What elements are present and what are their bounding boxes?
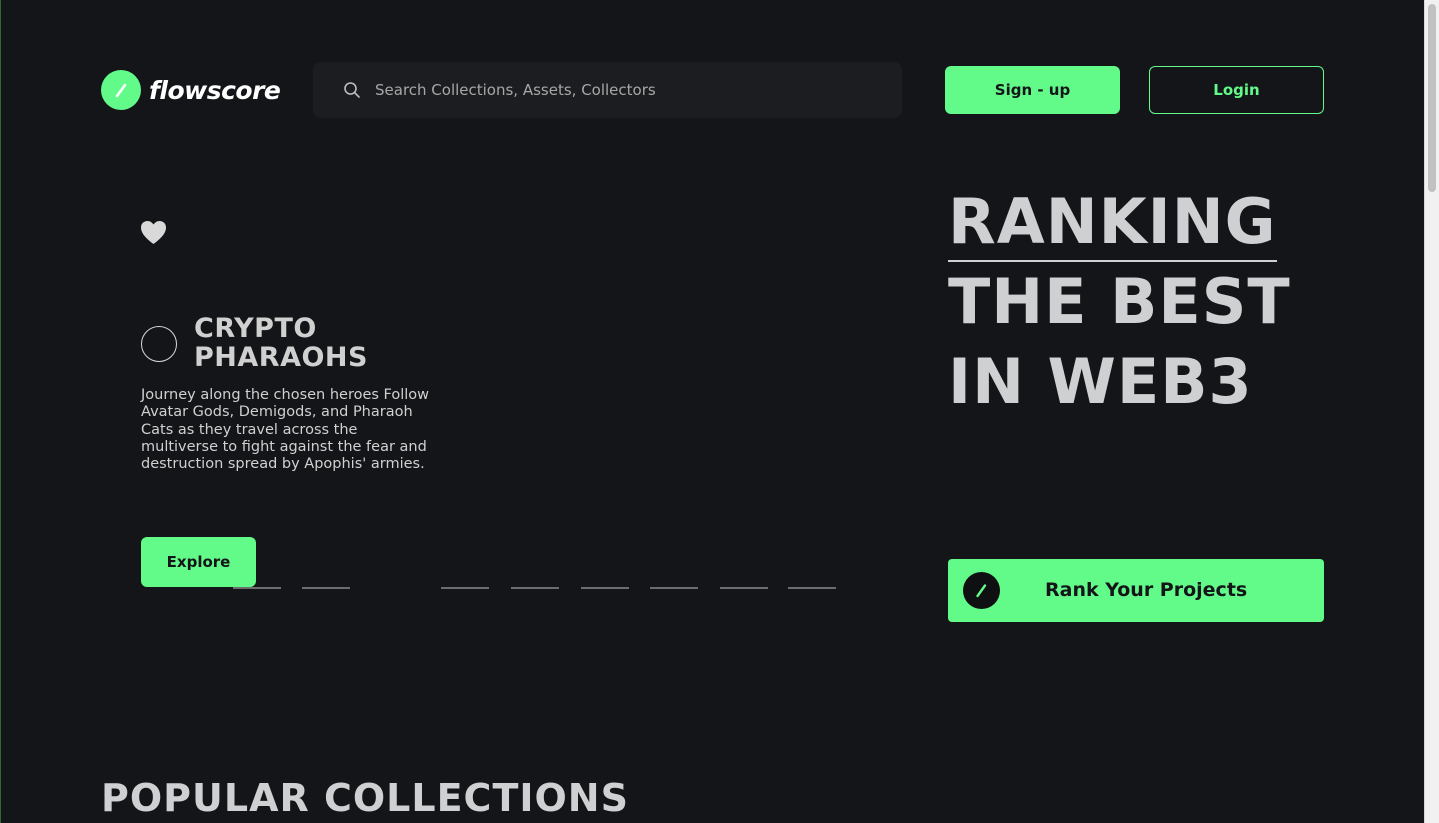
logo-text: flowscore xyxy=(149,75,281,105)
slide-indicator[interactable] xyxy=(788,587,836,589)
explore-button[interactable]: Explore xyxy=(141,537,256,587)
slide-indicator[interactable] xyxy=(511,587,559,589)
slide-indicator[interactable] xyxy=(441,587,489,589)
page: flowscore Sign - up Login CRYPTO PHARAOH… xyxy=(0,0,1424,823)
slide-indicator[interactable] xyxy=(371,587,419,589)
hero-title-line2: THE BEST xyxy=(948,265,1291,338)
collection-avatar xyxy=(141,326,177,362)
heart-icon[interactable] xyxy=(140,220,167,246)
scrollbar-thumb[interactable] xyxy=(1428,4,1436,192)
logo[interactable]: flowscore xyxy=(101,70,281,110)
slide-indicator[interactable] xyxy=(581,587,629,589)
hero-title-line1: RANKING xyxy=(948,183,1277,262)
rank-projects-label: Rank Your Projects xyxy=(1045,579,1248,601)
collection-description: Journey along the chosen heroes Follow A… xyxy=(141,387,430,473)
hero-title-line3: IN WEB3 xyxy=(948,345,1253,418)
flowscore-logo-icon xyxy=(101,70,141,110)
search-icon xyxy=(343,81,361,99)
scrollbar[interactable] xyxy=(1424,0,1439,823)
slide-indicator[interactable] xyxy=(233,587,281,589)
slide-indicator[interactable] xyxy=(650,587,698,589)
collection-name-line2: PHARAOHS xyxy=(194,342,368,373)
hero-title: RANKING THE BEST IN WEB3 xyxy=(948,183,1291,422)
search-bar[interactable] xyxy=(313,62,902,118)
slide-indicator[interactable] xyxy=(720,587,768,589)
signup-button[interactable]: Sign - up xyxy=(945,66,1120,114)
flowscore-logo-icon xyxy=(963,572,1000,609)
slide-indicator[interactable] xyxy=(302,587,350,589)
popular-collections-title: POPULAR COLLECTIONS xyxy=(101,776,629,820)
login-button[interactable]: Login xyxy=(1149,66,1324,114)
collection-name: CRYPTO PHARAOHS xyxy=(194,314,454,372)
rank-projects-button[interactable]: Rank Your Projects xyxy=(948,559,1324,622)
collection-name-line1: CRYPTO xyxy=(194,313,317,344)
search-input[interactable] xyxy=(373,74,902,106)
